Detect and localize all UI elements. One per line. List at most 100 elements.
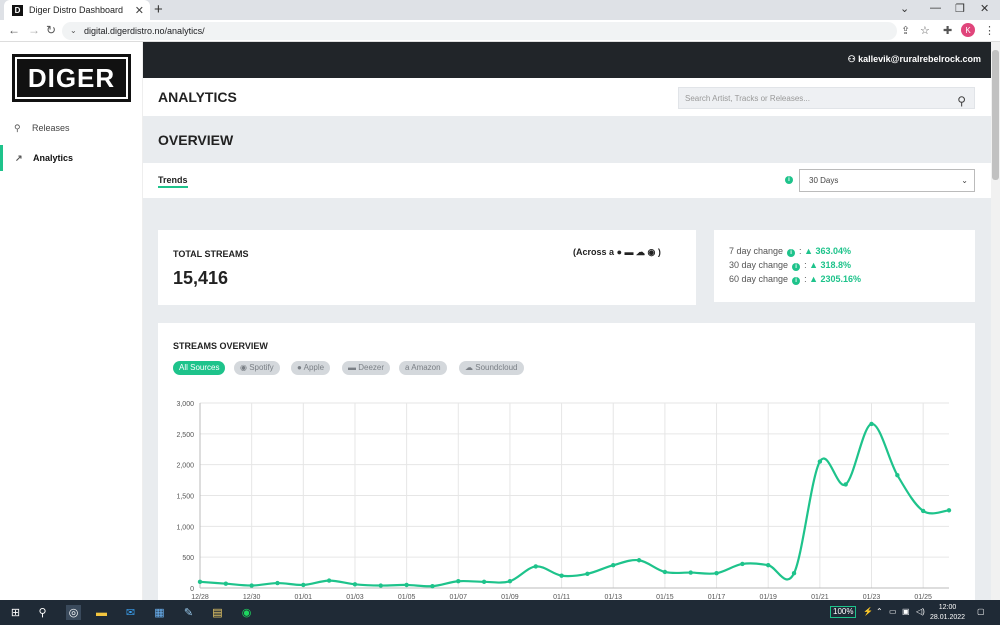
source-pill-label: Apple — [303, 363, 325, 372]
deezer-icon: ▬ — [624, 247, 634, 257]
address-bar: ← → ↻ ⌄ digital.digerdistro.no/analytics… — [0, 20, 1000, 42]
search-icon[interactable]: ⚲ — [957, 91, 966, 112]
total-streams-value: 15,416 — [173, 268, 229, 288]
forward-icon[interactable]: → — [28, 23, 40, 37]
search-icon[interactable]: ⚲ — [35, 605, 50, 620]
calculator-icon[interactable]: ▦ — [152, 605, 167, 620]
outlook-icon[interactable]: ✉ — [123, 605, 138, 620]
top-bar: ⚇ kallevik@ruralrebelrock.com — [143, 42, 991, 78]
scrollbar-thumb[interactable] — [992, 50, 999, 180]
streams-overview-title: STREAMS OVERVIEW — [173, 341, 268, 351]
source-pill-label: Spotify — [249, 363, 274, 372]
archive-icon[interactable]: ▤ — [210, 605, 225, 620]
tray-chevron-icon[interactable]: ⌃ — [876, 607, 883, 616]
logo[interactable]: DIGER — [12, 54, 131, 102]
profile-avatar[interactable]: K — [961, 23, 975, 37]
browser-tab-bar: D Diger Distro Dashboard ✕ + ⌄ — ❐ ✕ — [0, 0, 1000, 20]
page-title: ANALYTICS — [158, 89, 237, 105]
date-range-value: 30 Days — [809, 176, 839, 185]
clock-time: 12:00 — [938, 604, 957, 611]
user-email: kallevik@ruralrebelrock.com — [858, 54, 981, 64]
minimize-icon[interactable]: — — [930, 2, 941, 14]
data-point — [766, 562, 771, 568]
source-pill-deezer[interactable]: ▬ Deezer — [342, 361, 391, 375]
share-icon[interactable]: ⇪ — [901, 24, 910, 37]
battery-indicator[interactable]: 100% — [830, 606, 857, 618]
date-range-select[interactable]: 30 Days ⌄ — [799, 169, 975, 192]
trends-bar: Trends i 30 Days ⌄ — [143, 163, 991, 198]
y-tick-label: 3,000 — [176, 401, 194, 408]
apple-icon: ● — [616, 247, 622, 257]
site-info-icon[interactable]: ⌄ — [70, 22, 77, 40]
notepad-icon[interactable]: ✎ — [181, 605, 196, 620]
source-pill-apple[interactable]: ● Apple — [291, 361, 331, 375]
user-menu[interactable]: ⚇ kallevik@ruralrebelrock.com — [848, 54, 981, 65]
data-point — [843, 482, 848, 487]
content-area: OVERVIEW Trends i 30 Days ⌄ TOTAL STREAM… — [143, 116, 991, 613]
info-icon[interactable]: i — [785, 176, 793, 184]
streams-overview-card: STREAMS OVERVIEW All Sources ◉ Spotify ●… — [158, 323, 975, 613]
data-point — [326, 578, 332, 583]
data-point — [559, 573, 564, 578]
tab-favicon: D — [12, 4, 23, 16]
data-point — [611, 562, 616, 568]
change-card: 7 day change i: ▲ 363.04% 30 day change i:… — [714, 230, 975, 302]
sidebar-item-analytics[interactable]: ↗ Analytics — [0, 145, 143, 171]
source-pill-amazon[interactable]: a Amazon — [399, 361, 447, 375]
volume-icon[interactable]: ◁) — [916, 607, 925, 616]
data-point — [533, 564, 538, 569]
display-icon[interactable]: ▭ — [889, 607, 897, 616]
taskbar: ⊞ ⚲ ◎ ▬ ✉ ▦ ✎ ▤ ◉ 100% ⚡ ⌃ ▭ ▣ ◁) 12:00 … — [0, 600, 1000, 625]
maximize-icon[interactable]: ❐ — [955, 2, 965, 15]
power-icon[interactable]: ⚡ — [863, 607, 873, 616]
change-label: 30 day change — [729, 260, 789, 270]
browser-tab[interactable]: D Diger Distro Dashboard ✕ — [4, 0, 150, 20]
info-icon[interactable]: i — [792, 263, 801, 271]
source-pill-soundcloud[interactable]: ☁ Soundcloud — [459, 361, 524, 375]
close-window-icon[interactable]: ✕ — [980, 2, 989, 15]
data-point — [223, 581, 229, 586]
change-value: 318.8% — [820, 260, 852, 270]
tab-close-icon[interactable]: ✕ — [135, 4, 144, 17]
change-label: 60 day change — [729, 274, 789, 284]
data-point — [481, 579, 487, 585]
data-point — [920, 508, 926, 514]
new-tab-button[interactable]: + — [154, 1, 163, 18]
spotify-taskbar-icon[interactable]: ◉ — [239, 605, 254, 620]
tab-search-icon[interactable]: ⌄ — [900, 2, 909, 15]
source-pill-spotify[interactable]: ◉ Spotify — [234, 361, 280, 375]
extensions-icon[interactable]: ✚ — [943, 24, 952, 37]
url-field[interactable]: ⌄ digital.digerdistro.no/analytics/ — [62, 22, 897, 40]
system-clock[interactable]: 12:00 28.01.2022 — [930, 603, 965, 623]
source-pill-all[interactable]: All Sources — [173, 361, 226, 375]
info-icon[interactable]: i — [787, 249, 796, 257]
data-point — [791, 571, 797, 576]
bookmark-star-icon[interactable]: ☆ — [920, 24, 930, 37]
windows-start-icon[interactable]: ⊞ — [8, 605, 23, 620]
sidebar-item-releases[interactable]: ⚲ Releases — [0, 115, 143, 141]
reload-icon[interactable]: ↻ — [46, 23, 56, 37]
data-point — [430, 583, 435, 589]
data-point — [301, 582, 306, 588]
y-tick-label: 1,500 — [176, 494, 194, 501]
streams-line-chart: 05001,0001,5002,0002,5003,00012/28 12/30 0… — [176, 401, 952, 601]
network-icon[interactable]: ▣ — [902, 607, 910, 616]
source-pill-label: Deezer — [358, 363, 385, 372]
chevron-down-icon: ⌄ — [961, 176, 968, 185]
tab-trends[interactable]: Trends — [158, 175, 188, 188]
up-arrow-icon: ▲ — [804, 246, 813, 256]
user-icon: ⚇ — [847, 54, 856, 64]
data-point — [895, 472, 900, 478]
soundcloud-icon: ☁ — [636, 247, 646, 257]
browser-menu-icon[interactable]: ⋮ — [984, 24, 995, 37]
data-point — [197, 579, 203, 585]
chrome-taskbar-icon[interactable]: ◎ — [66, 605, 81, 620]
file-explorer-icon[interactable]: ▬ — [94, 605, 109, 620]
across-close: ) — [657, 247, 661, 257]
search-input[interactable]: Search Artist, Tracks or Releases... ⚲ — [678, 87, 975, 109]
back-icon[interactable]: ← — [8, 23, 20, 37]
y-tick-label: 500 — [182, 555, 194, 562]
info-icon[interactable]: i — [792, 277, 801, 285]
notifications-icon[interactable]: ▢ — [977, 607, 985, 616]
data-point — [352, 582, 358, 587]
